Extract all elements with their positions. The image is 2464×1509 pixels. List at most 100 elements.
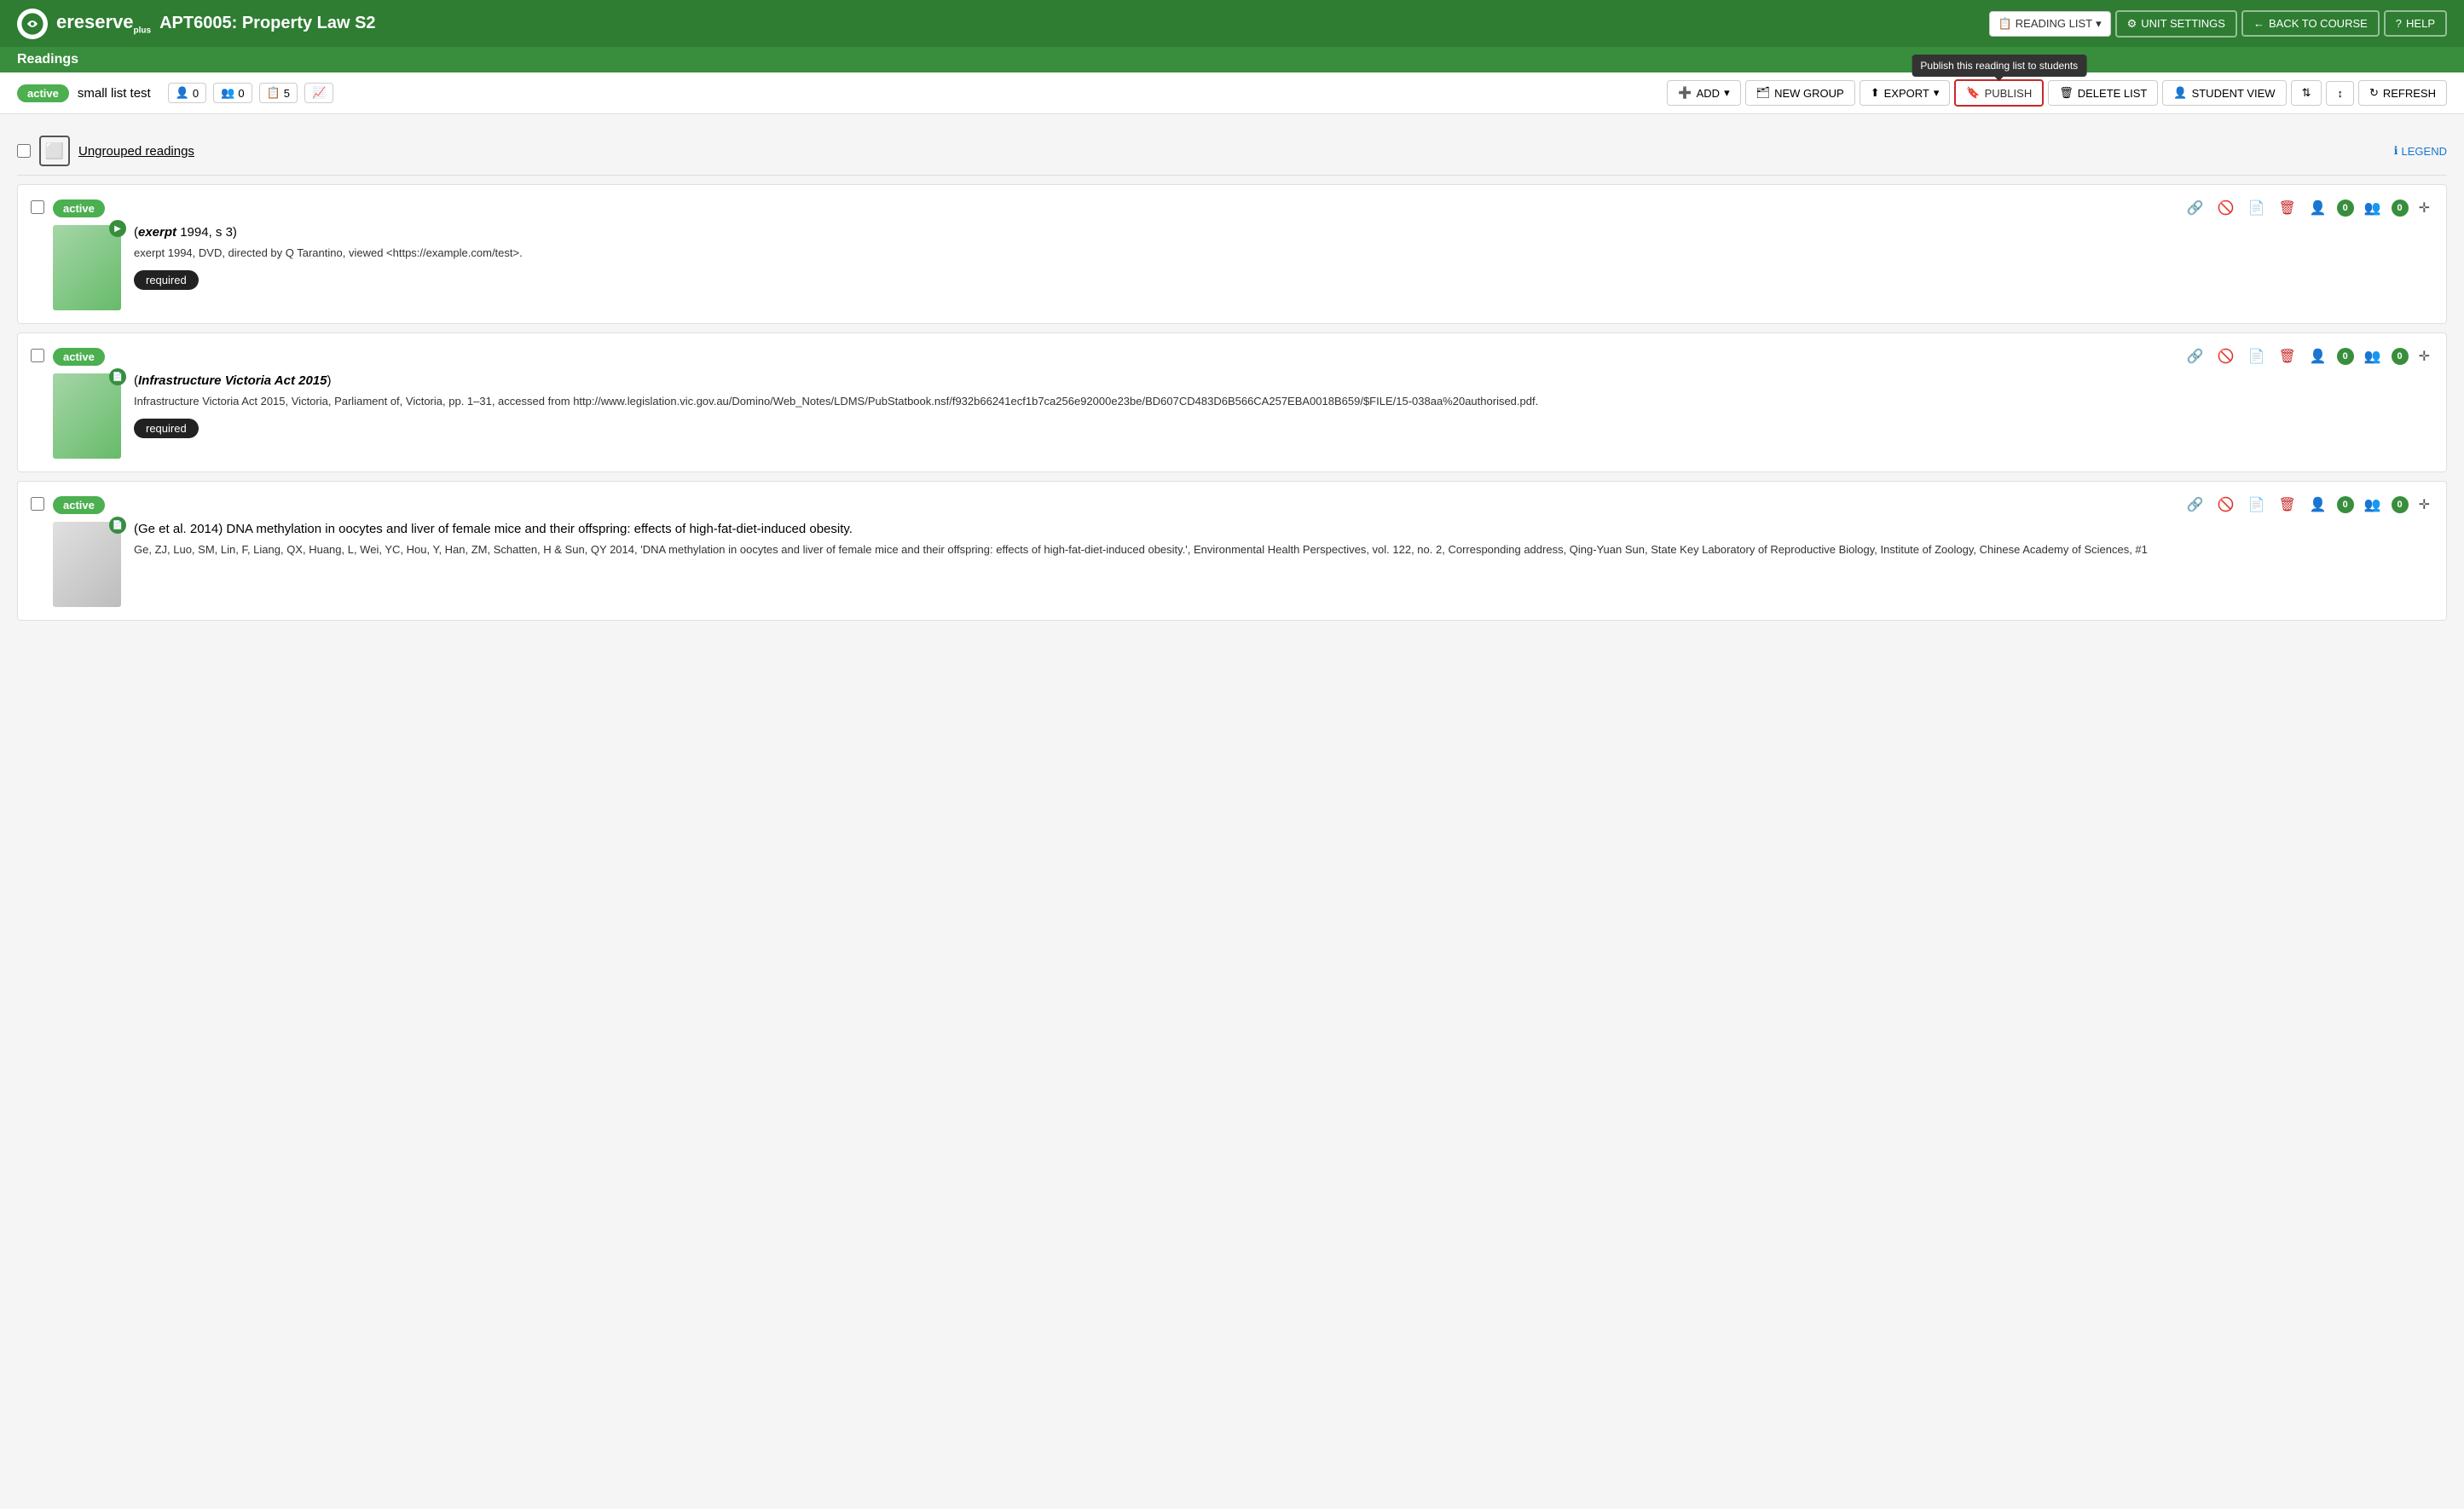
unit-settings-button[interactable]: ⚙ UNIT SETTINGS (2115, 10, 2237, 38)
meta-icons: 👤 0 👥 0 📋 5 📈 (168, 83, 333, 103)
reading-status-1: active (53, 199, 105, 217)
subheader: Readings (0, 47, 2464, 72)
reading-content-2: 📄 (Infrastructure Victoria Act 2015) Inf… (53, 373, 2433, 459)
reading-citation-1: exerpt 1994, DVD, directed by Q Tarantin… (134, 245, 2433, 262)
publish-container: Publish this reading list to students 🔖 … (1954, 79, 2044, 107)
reading-top-2: active 🔗 🚫 📄 🗑 👤 0 👥 0 ✛ (31, 346, 2433, 459)
toolbar-row: active small list test 👤 0 👥 0 📋 5 📈 ➕ A… (0, 72, 2464, 114)
app-header: ereserveplus APT6005: Property Law S2 📋 … (0, 0, 2464, 47)
reading-citation-2: Infrastructure Victoria Act 2015, Victor… (134, 393, 2433, 410)
group-count-btn[interactable]: 👥 0 (213, 83, 252, 103)
reading-item-3: active 🔗 🚫 📄 🗑 👤 0 👥 0 ✛ (17, 481, 2447, 621)
reading-thumb-2: 📄 (53, 373, 121, 459)
add-button[interactable]: ➕ ADD ▾ (1667, 80, 1740, 106)
counter-2a: 0 (2337, 348, 2354, 365)
export-button[interactable]: ⬆ EXPORT ▾ (1860, 80, 1951, 106)
back-to-course-button[interactable]: ← BACK TO COURSE (2241, 10, 2380, 37)
legend-button[interactable]: ℹ LEGEND (2394, 144, 2447, 158)
header-actions: 📋 READING LIST ▾ ⚙ UNIT SETTINGS ← BACK … (1989, 10, 2447, 38)
reading-text-1: (exerpt 1994, s 3) exerpt 1994, DVD, dir… (134, 225, 2433, 310)
group-btn-2[interactable]: 👥 (2361, 346, 2385, 367)
course-title: APT6005: Property Law S2 (159, 14, 375, 33)
notes-btn-2[interactable]: 📄 (2245, 346, 2269, 367)
logo-icon (17, 9, 48, 39)
doc-count-btn[interactable]: 📋 5 (259, 83, 298, 103)
list-name: small list test (78, 86, 151, 101)
logo-area: ereserveplus APT6005: Property Law S2 (17, 9, 1989, 39)
link-btn-3[interactable]: 🔗 (2183, 494, 2207, 515)
reading-top: active 🔗 🚫 📄 🗑 👤 0 👥 0 ✛ (31, 198, 2433, 310)
reading-header-row-3: active 🔗 🚫 📄 🗑 👤 0 👥 0 ✛ (53, 494, 2433, 515)
readings-label: Readings (17, 52, 78, 66)
counter-3a: 0 (2337, 496, 2354, 513)
counter-2b: 0 (2392, 348, 2409, 365)
filter-button[interactable]: ⇅ (2291, 80, 2322, 106)
help-button[interactable]: ? HELP (2384, 10, 2447, 37)
thumb-badge-3: 📄 (109, 517, 126, 534)
reading-thumb-3: 📄 (53, 522, 121, 607)
delete-btn-1[interactable]: 🗑 (2275, 198, 2299, 218)
delete-btn-3[interactable]: 🗑 (2275, 494, 2299, 515)
group-btn-3[interactable]: 👥 (2361, 494, 2385, 515)
student-view-button[interactable]: 👤 STUDENT VIEW (2162, 80, 2286, 106)
notes-btn-3[interactable]: 📄 (2245, 494, 2269, 515)
user-btn-1[interactable]: 👤 (2306, 198, 2330, 218)
reading-text-3: (Ge et al. 2014) DNA methylation in oocy… (134, 522, 2433, 607)
move-btn-1[interactable]: ✛ (2415, 198, 2433, 218)
hide-btn-3[interactable]: 🚫 (2214, 494, 2238, 515)
thumb-badge-2: 📄 (109, 368, 126, 385)
analytics-btn[interactable]: 📈 (304, 83, 333, 103)
reading-checkbox-3[interactable] (31, 497, 44, 511)
move-btn-3[interactable]: ✛ (2415, 494, 2433, 515)
reading-actions-1: 🔗 🚫 📄 🗑 👤 0 👥 0 ✛ (2183, 198, 2433, 218)
individual-count-btn[interactable]: 👤 0 (168, 83, 206, 103)
reading-header-row-2: active 🔗 🚫 📄 🗑 👤 0 👥 0 ✛ (53, 346, 2433, 367)
reading-list-dropdown[interactable]: 📋 READING LIST ▾ (1989, 11, 2111, 37)
link-btn-2[interactable]: 🔗 (2183, 346, 2207, 367)
sort-button[interactable]: ↕ (2326, 81, 2354, 106)
move-btn-2[interactable]: ✛ (2415, 346, 2433, 367)
list-meta: active small list test 👤 0 👥 0 📋 5 📈 (17, 83, 1660, 103)
reading-body-1: active 🔗 🚫 📄 🗑 👤 0 👥 0 ✛ (53, 198, 2433, 310)
delete-btn-2[interactable]: 🗑 (2275, 346, 2299, 367)
reading-top-3: active 🔗 🚫 📄 🗑 👤 0 👥 0 ✛ (31, 494, 2433, 607)
reading-citation-3: Ge, ZJ, Luo, SM, Lin, F, Liang, QX, Huan… (134, 541, 2433, 558)
hide-btn-1[interactable]: 🚫 (2214, 198, 2238, 218)
user-btn-2[interactable]: 👤 (2306, 346, 2330, 367)
reading-item: active 🔗 🚫 📄 🗑 👤 0 👥 0 ✛ (17, 184, 2447, 324)
reading-body-3: active 🔗 🚫 📄 🗑 👤 0 👥 0 ✛ (53, 494, 2433, 607)
counter-1b: 0 (2392, 199, 2409, 217)
reading-actions-2: 🔗 🚫 📄 🗑 👤 0 👥 0 ✛ (2183, 346, 2433, 367)
notes-btn-1[interactable]: 📄 (2245, 198, 2269, 218)
publish-button[interactable]: 🔖 PUBLISH (1954, 79, 2044, 107)
group-select-checkbox[interactable] (17, 144, 31, 158)
reading-content-3: 📄 (Ge et al. 2014) DNA methylation in oo… (53, 522, 2433, 607)
reading-checkbox-1[interactable] (31, 200, 44, 214)
reading-title-3: (Ge et al. 2014) DNA methylation in oocy… (134, 522, 2433, 536)
refresh-button[interactable]: ↻ REFRESH (2358, 80, 2447, 106)
status-badge: active (17, 84, 69, 102)
reading-status-2: active (53, 348, 105, 366)
link-btn-1[interactable]: 🔗 (2183, 198, 2207, 218)
counter-3b: 0 (2392, 496, 2409, 513)
group-btn-1[interactable]: 👥 (2361, 198, 2385, 218)
reading-header-row-1: active 🔗 🚫 📄 🗑 👤 0 👥 0 ✛ (53, 198, 2433, 218)
hide-btn-2[interactable]: 🚫 (2214, 346, 2238, 367)
reading-content-1: ▶ (exerpt 1994, s 3) exerpt 1994, DVD, d… (53, 225, 2433, 310)
logo-text: ereserveplus (56, 11, 151, 35)
thumb-badge-1: ▶ (109, 220, 126, 237)
user-btn-3[interactable]: 👤 (2306, 494, 2330, 515)
group-title: Ungrouped readings (78, 144, 194, 159)
reading-body-2: active 🔗 🚫 📄 🗑 👤 0 👥 0 ✛ (53, 346, 2433, 459)
reading-title-1: (exerpt 1994, s 3) (134, 225, 2433, 240)
delete-list-button[interactable]: 🗑 DELETE LIST (2048, 80, 2158, 106)
reading-text-2: (Infrastructure Victoria Act 2015) Infra… (134, 373, 2433, 459)
reading-status-3: active (53, 496, 105, 514)
reading-thumb-1: ▶ (53, 225, 121, 310)
main-content: ⬜ Ungrouped readings ℹ LEGEND active 🔗 🚫… (0, 114, 2464, 642)
toolbar-buttons: ➕ ADD ▾ 🗂 NEW GROUP ⬆ EXPORT ▾ Publish t… (1667, 79, 2447, 107)
new-group-button[interactable]: 🗂 NEW GROUP (1745, 80, 1855, 106)
reading-checkbox-2[interactable] (31, 349, 44, 362)
group-header: ⬜ Ungrouped readings ℹ LEGEND (17, 127, 2447, 176)
counter-1a: 0 (2337, 199, 2354, 217)
